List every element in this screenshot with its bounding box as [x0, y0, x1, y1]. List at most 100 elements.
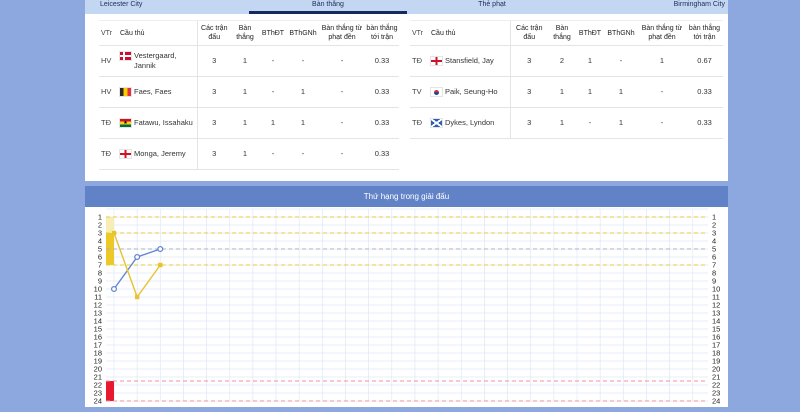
ranking-chart-card: Thứ hạng trong giải đấu 1122334455667788… — [85, 186, 728, 407]
matches-cell: 3 — [510, 46, 548, 77]
goals-per-match-cell: 0.33 — [686, 108, 723, 139]
ghana-flag-icon — [120, 119, 131, 127]
col-position: VTr — [410, 21, 430, 46]
svg-text:24: 24 — [712, 397, 720, 406]
bthgnh-cell: 1 — [287, 77, 319, 108]
col-matches: Các trận đấu — [510, 21, 548, 46]
matches-cell: 3 — [197, 139, 231, 170]
england-flag-icon — [120, 150, 131, 158]
col-bthdt: BThĐT — [576, 21, 604, 46]
col-player: Cầu thủ — [119, 21, 197, 46]
position-cell: TĐ — [99, 139, 119, 170]
penalty-goals-cell: - — [638, 77, 686, 108]
player-name: Fatawu, Issahaku — [134, 118, 193, 128]
tab-cards-label: Thẻ phạt — [437, 0, 547, 8]
matches-cell: 3 — [197, 77, 231, 108]
goals-per-match-cell: 0.33 — [686, 77, 723, 108]
table-header-row: VTr Cầu thủ Các trận đấu Bàn thắng BThĐT… — [99, 21, 399, 46]
player-row: TĐ Monga, Jeremy 3 1 - - - 0.33 — [99, 139, 399, 170]
penalty-goals-cell: - — [319, 139, 365, 170]
col-bthdt: BThĐT — [259, 21, 287, 46]
player-name: Monga, Jeremy — [134, 149, 186, 159]
goals-per-match-cell: 0.33 — [365, 77, 399, 108]
goals-per-match-cell: 0.33 — [365, 108, 399, 139]
bthdt-cell: - — [259, 139, 287, 170]
svg-text:24: 24 — [94, 397, 102, 406]
goals-per-match-cell: 0.33 — [365, 139, 399, 170]
player-name: Faes, Faes — [134, 87, 172, 97]
bthgnh-cell: 1 — [604, 77, 638, 108]
player-tables: VTr Cầu thủ Các trận đấu Bàn thắng BThĐT… — [85, 14, 728, 181]
goals-cell: 1 — [231, 46, 259, 77]
col-position: VTr — [99, 21, 119, 46]
tab-goals-label: Bàn thắng — [249, 0, 407, 8]
bthgnh-cell: 1 — [287, 108, 319, 139]
col-bthgnh: BThGNh — [604, 21, 638, 46]
bthdt-cell: - — [259, 46, 287, 77]
matches-cell: 3 — [510, 108, 548, 139]
penalty-goals-cell: - — [319, 46, 365, 77]
bthgnh-cell: - — [604, 46, 638, 77]
player-row: TĐ Dykes, Lyndon 3 1 - 1 - 0.33 — [410, 108, 723, 139]
penalty-goals-cell: - — [638, 108, 686, 139]
chart-title: Thứ hạng trong giải đấu — [364, 192, 449, 201]
player-row: TV Paik, Seung-Ho 3 1 1 1 - 0.33 — [410, 77, 723, 108]
penalty-goals-cell: 1 — [638, 46, 686, 77]
position-cell: TV — [410, 77, 430, 108]
bthgnh-cell: - — [287, 46, 319, 77]
player-cell: Fatawu, Issahaku — [119, 108, 197, 139]
position-cell: HV — [99, 46, 119, 77]
position-cell: HV — [99, 77, 119, 108]
goals-cell: 1 — [548, 77, 576, 108]
table-header-row: VTr Cầu thủ Các trận đấu Bàn thắng BThĐT… — [410, 21, 723, 46]
england-flag-icon — [431, 57, 442, 65]
col-goals-per-match: bàn thắng tới trận — [365, 21, 399, 46]
belgium-flag-icon — [120, 88, 131, 96]
bthdt-cell: 1 — [259, 108, 287, 139]
goals-cell: 1 — [548, 108, 576, 139]
bthdt-cell: - — [259, 77, 287, 108]
player-row: HV Faes, Faes 3 1 - 1 - 0.33 — [99, 77, 399, 108]
player-name: Vestergaard, Jannik — [134, 51, 196, 71]
player-cell: Dykes, Lyndon — [430, 108, 510, 139]
col-matches: Các trận đấu — [197, 21, 231, 46]
player-name: Dykes, Lyndon — [445, 118, 494, 128]
position-cell: TĐ — [410, 108, 430, 139]
rank-chart: 1122334455667788991010111112121313141415… — [85, 207, 728, 407]
player-row: HV Vestergaard, Jannik 3 1 - - - 0.33 — [99, 46, 399, 77]
player-name: Stansfield, Jay — [445, 56, 494, 66]
chart-title-bar: Thứ hạng trong giải đấu — [85, 186, 728, 207]
tab-bar: Leicester City Bàn thắng Thẻ phạt Birmin… — [85, 0, 728, 14]
penalty-goals-cell: - — [319, 108, 365, 139]
tab-cards[interactable]: Thẻ phạt — [437, 0, 547, 14]
tab-goals[interactable]: Bàn thắng — [249, 0, 407, 14]
goals-per-match-cell: 0.67 — [686, 46, 723, 77]
col-goals-per-match: bàn thắng tới trận — [686, 21, 723, 46]
position-cell: TĐ — [99, 108, 119, 139]
bthdt-cell: - — [576, 108, 604, 139]
home-team-name: Leicester City — [100, 1, 142, 8]
col-goals: Bàn thắng — [548, 21, 576, 46]
bthgnh-cell: 1 — [604, 108, 638, 139]
match-stats-card: Leicester City Bàn thắng Thẻ phạt Birmin… — [85, 0, 728, 181]
away-team-table: VTr Cầu thủ Các trận đấu Bàn thắng BThĐT… — [410, 20, 723, 139]
position-cell: TĐ — [410, 46, 430, 77]
home-team-table: VTr Cầu thủ Các trận đấu Bàn thắng BThĐT… — [99, 20, 399, 170]
goals-per-match-cell: 0.33 — [365, 46, 399, 77]
matches-cell: 3 — [197, 46, 231, 77]
away-team-name: Birmingham City — [674, 1, 725, 8]
goals-cell: 1 — [231, 108, 259, 139]
col-player: Cầu thủ — [430, 21, 510, 46]
player-row: TĐ Fatawu, Issahaku 3 1 1 1 - 0.33 — [99, 108, 399, 139]
player-cell: Monga, Jeremy — [119, 139, 197, 170]
player-cell: Faes, Faes — [119, 77, 197, 108]
player-cell: Paik, Seung-Ho — [430, 77, 510, 108]
denmark-flag-icon — [120, 52, 131, 60]
penalty-goals-cell: - — [319, 77, 365, 108]
chart-body: 1122334455667788991010111112121313141415… — [85, 207, 728, 407]
goals-cell: 1 — [231, 77, 259, 108]
player-row: TĐ Stansfield, Jay 3 2 1 - 1 0.67 — [410, 46, 723, 77]
player-cell: Stansfield, Jay — [430, 46, 510, 77]
matches-cell: 3 — [197, 108, 231, 139]
col-penalty-goals: Bàn thắng từ phạt đền — [319, 21, 365, 46]
